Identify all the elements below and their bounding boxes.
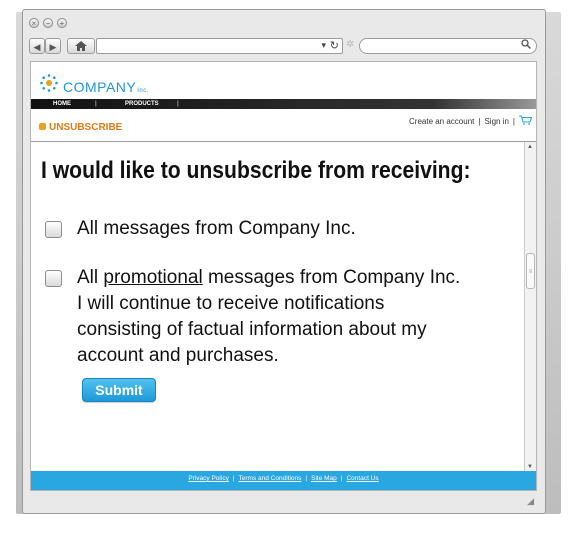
address-bar[interactable]: ▾ ↻ [96,38,343,54]
create-account-link[interactable]: Create an account [409,117,474,126]
address-dropdown-icon[interactable]: ▾ [321,40,326,51]
reload-icon[interactable]: ↻ [330,39,339,52]
promotional-messages-checkbox[interactable] [45,270,62,287]
vertical-scrollbar[interactable]: ▲ ≡ ▼ [524,142,536,472]
back-arrow-icon: ◀ [33,42,41,52]
section-label-text: UNSUBSCRIBE [49,122,123,133]
footer-separator: | [340,475,343,482]
home-icon [75,41,87,51]
submit-button[interactable]: Submit [82,378,156,402]
privacy-policy-link[interactable]: Privacy Policy [188,475,228,482]
forward-button[interactable]: ▶ [45,38,61,54]
section-label: UNSUBSCRIBE [39,122,122,133]
shopping-cart-icon[interactable] [519,115,533,125]
resize-grip-icon[interactable]: ◢ [527,496,534,507]
scroll-down-icon[interactable]: ▼ [527,464,533,470]
nav-divider: | [177,101,179,107]
scrollbar-thumb[interactable]: ≡ [526,253,535,289]
sign-in-link[interactable]: Sign in [484,117,508,126]
search-input[interactable] [359,38,537,54]
status-bar: ◢ [30,493,537,509]
home-button[interactable] [67,38,95,54]
page-title: I would like to unsubscribe from receivi… [41,157,471,184]
site-map-link[interactable]: Site Map [311,475,337,482]
close-window-icon[interactable]: × [29,18,39,28]
all-messages-checkbox[interactable] [45,221,62,238]
browser-window: × − + ◀ ▶ ▾ ↻ ✲ COMPANYInc. HOME | PRODU… [22,9,546,514]
logo-mark-icon [40,74,58,92]
browser-toolbar: ◀ ▶ ▾ ↻ ✲ [29,38,537,56]
notification-note-line-2: consisting of factual information about … [77,319,427,340]
logo-suffix: Inc. [137,88,149,94]
loading-spinner-icon: ✲ [346,39,355,50]
contact-us-link[interactable]: Contact Us [346,475,378,482]
nav-products-link[interactable]: PRODUCTS [125,99,159,109]
unsubscribe-form: I would like to unsubscribe from receivi… [31,141,536,472]
site-nav-bar: HOME | PRODUCTS | [31,99,536,109]
minimize-window-icon[interactable]: − [43,18,53,28]
link-separator: | [478,117,481,126]
footer-links: Privacy Policy | Terms and Conditions | Site… [31,475,536,482]
logo-name: COMPANY [63,79,137,95]
footer-separator: | [232,475,235,482]
notification-note-line-1: I will continue to receive notifications [77,293,385,314]
promotional-messages-label: All promotional messages from Company In… [77,265,460,369]
footer-separator: | [305,475,308,482]
all-messages-label: All messages from Company Inc. [77,218,356,239]
forward-arrow-icon: ▶ [49,42,57,52]
option-prefix: All [77,267,104,288]
back-button[interactable]: ◀ [29,38,45,54]
logo-text: COMPANYInc. [63,79,149,95]
maximize-window-icon[interactable]: + [57,18,67,28]
terms-link[interactable]: Terms and Conditions [239,475,302,482]
option-rest: messages from Company Inc. [202,267,461,288]
promotional-emphasis: promotional [103,267,203,288]
nav-home-link[interactable]: HOME [53,99,71,109]
notification-note-line-3: account and purchases. [77,345,279,366]
nav-divider: | [95,101,97,107]
site-footer: Privacy Policy | Terms and Conditions | Site… [31,471,536,490]
unsubscribe-icon [39,123,46,130]
account-links: Create an account | Sign in | [409,115,533,126]
scroll-up-icon[interactable]: ▲ [527,144,533,150]
search-icon [521,39,532,52]
link-separator: | [512,117,515,126]
page-viewport: COMPANYInc. HOME | PRODUCTS | UNSUBSCRIB… [30,61,537,491]
